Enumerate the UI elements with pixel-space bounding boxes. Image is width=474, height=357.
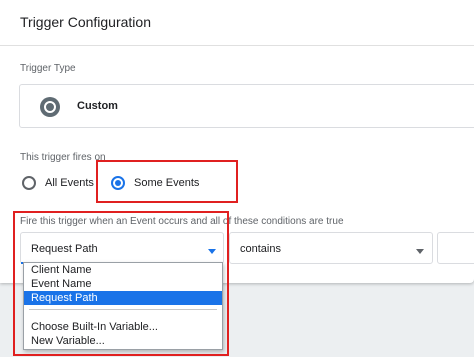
radio-some-events-label: Some Events <box>134 177 200 189</box>
trigger-type-value: Custom <box>77 100 118 112</box>
chevron-down-icon <box>208 249 216 254</box>
radio-some-events[interactable]: Some Events <box>111 176 199 190</box>
dropdown-choose-built-in-variable[interactable]: Choose Built-In Variable... <box>24 320 222 334</box>
variable-select[interactable]: Request Path <box>20 232 224 264</box>
variable-select-value: Request Path <box>31 243 98 255</box>
trigger-type-selector[interactable]: Custom <box>19 84 474 128</box>
radio-all-events-label: All Events <box>45 177 94 189</box>
panel-title: Trigger Configuration <box>20 14 151 30</box>
operator-select-value: contains <box>240 243 281 255</box>
dropdown-item-event-name[interactable]: Event Name <box>24 277 222 291</box>
radio-all-events-circle[interactable] <box>22 176 36 190</box>
dropdown-new-variable[interactable]: New Variable... <box>24 334 222 348</box>
fires-on-label: This trigger fires on <box>20 152 106 163</box>
panel-header: Trigger Configuration <box>0 0 474 46</box>
condition-label: Fire this trigger when an Event occurs a… <box>20 216 344 227</box>
trigger-type-label: Trigger Type <box>20 63 76 74</box>
radio-some-events-circle[interactable] <box>111 176 125 190</box>
dropdown-item-client-name[interactable]: Client Name <box>24 263 222 277</box>
condition-value-input[interactable] <box>437 232 474 264</box>
operator-select[interactable]: contains <box>229 232 433 264</box>
variable-dropdown-menu: Client Name Event Name Request Path Choo… <box>23 262 223 350</box>
custom-event-icon <box>40 97 60 117</box>
radio-all-events[interactable]: All Events <box>22 176 94 190</box>
chevron-down-icon <box>416 249 424 254</box>
dropdown-divider <box>29 309 217 310</box>
trigger-configuration-panel: Trigger Configuration Trigger Type Custo… <box>0 0 474 283</box>
dropdown-item-request-path[interactable]: Request Path <box>24 291 222 305</box>
